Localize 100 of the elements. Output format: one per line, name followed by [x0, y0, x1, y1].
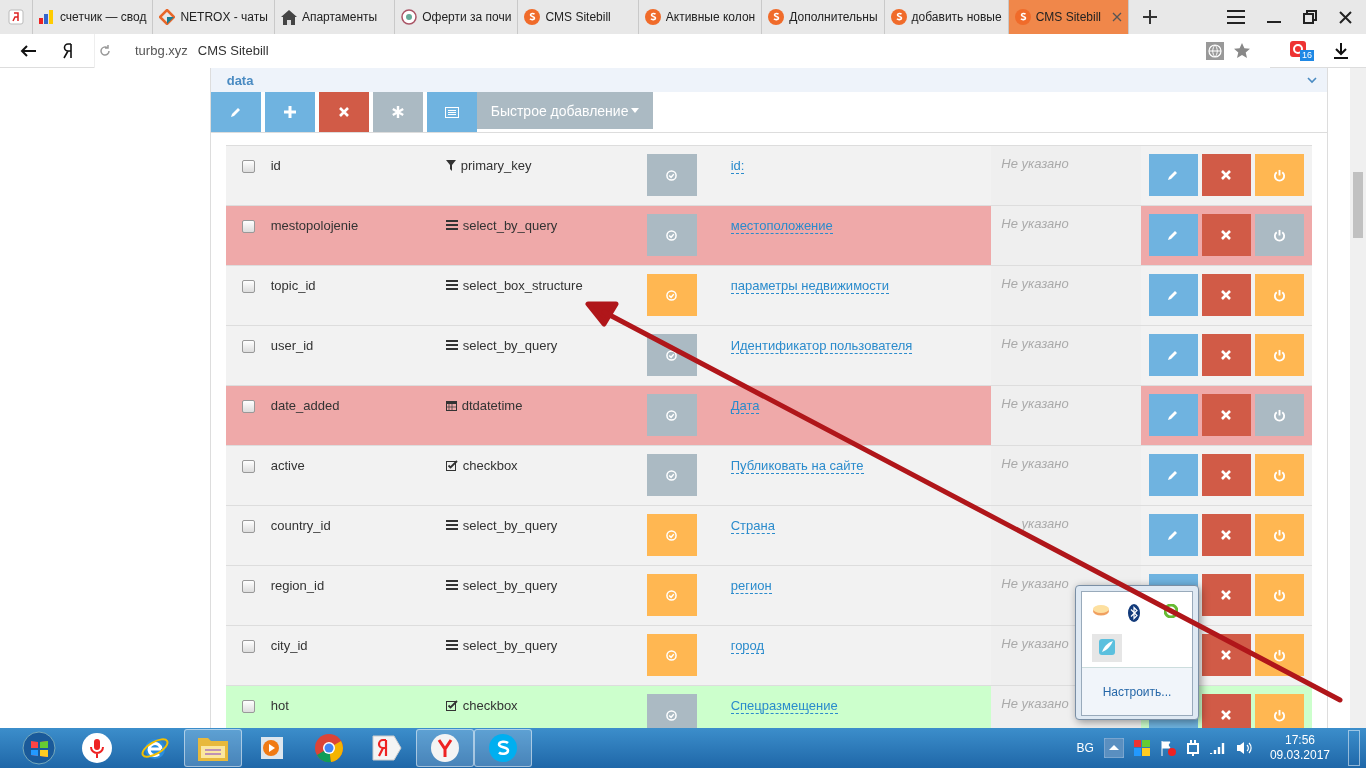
- delete-button[interactable]: [1201, 694, 1251, 728]
- flag-icon[interactable]: [1159, 740, 1176, 756]
- delete-button[interactable]: [318, 92, 369, 132]
- field-type: select_by_query: [462, 518, 558, 533]
- address-field[interactable]: turbg.xyz CMS Sitebill: [94, 33, 1270, 68]
- s-logo-icon: [524, 9, 541, 25]
- delete-button[interactable]: [1201, 154, 1251, 196]
- globe-icon[interactable]: [1206, 41, 1224, 60]
- star-icon[interactable]: [1234, 42, 1250, 59]
- field-type: select_box_structure: [462, 278, 583, 293]
- restore-icon[interactable]: [1303, 10, 1317, 24]
- taskbar-app[interactable]: [184, 729, 242, 767]
- asterisk-button[interactable]: [372, 92, 423, 132]
- delete-button[interactable]: [1201, 334, 1251, 376]
- ring-icon[interactable]: [1164, 604, 1178, 618]
- close-icon[interactable]: [1339, 10, 1352, 24]
- delete-button[interactable]: [1201, 214, 1251, 256]
- menu-icon[interactable]: [1227, 10, 1245, 24]
- row-checkbox[interactable]: [241, 580, 255, 593]
- power-icon: [1272, 468, 1286, 482]
- placeholder-text: Не указано: [1000, 577, 1069, 591]
- check-circle-icon: [666, 709, 678, 721]
- row-checkbox[interactable]: [241, 220, 255, 233]
- delete-button[interactable]: [1201, 394, 1251, 436]
- add-button[interactable]: [264, 92, 315, 132]
- caret-icon: [631, 108, 640, 113]
- delete-button[interactable]: [1201, 634, 1251, 676]
- row-checkbox[interactable]: [241, 460, 255, 473]
- check-circle-icon: [666, 409, 678, 421]
- caption-link[interactable]: Публиковать на сайте: [730, 458, 864, 474]
- field-name: mestopolojenie: [270, 218, 359, 233]
- list-button[interactable]: [426, 92, 477, 132]
- close-icon: [1221, 170, 1232, 180]
- edit-button[interactable]: [1148, 514, 1198, 556]
- checkbox-icon: [445, 700, 458, 711]
- chevron-down-icon[interactable]: [1307, 76, 1318, 84]
- row-checkbox[interactable]: [241, 640, 255, 653]
- row-checkbox[interactable]: [241, 400, 255, 413]
- list-icon: [445, 220, 458, 230]
- power-icon: [1272, 168, 1286, 182]
- row-checkbox[interactable]: [241, 700, 255, 713]
- pencil-icon: [1167, 229, 1180, 241]
- edit-button[interactable]: [210, 92, 261, 132]
- chevron-up-icon[interactable]: [1103, 738, 1124, 758]
- pencil-icon: [1167, 409, 1180, 421]
- edit-button[interactable]: [1148, 454, 1198, 496]
- delete-button[interactable]: [1201, 274, 1251, 316]
- row-checkbox[interactable]: [241, 340, 255, 353]
- close-icon: [1221, 290, 1232, 300]
- close-icon: [1221, 350, 1232, 360]
- caption-link[interactable]: регион: [730, 578, 772, 594]
- field-name: country_id: [270, 518, 331, 533]
- field-type: select_by_query: [462, 218, 558, 233]
- caption-link[interactable]: город: [730, 638, 765, 654]
- field-type: select_by_query: [462, 578, 558, 593]
- clock[interactable]: 17:56 09.03.2017: [1269, 733, 1330, 763]
- row-checkbox[interactable]: [241, 520, 255, 533]
- round-logo-icon: [401, 9, 418, 25]
- bar-chart-icon: [39, 10, 55, 24]
- checkbox-icon: [445, 460, 458, 471]
- taskbar-app[interactable]: [416, 729, 474, 767]
- caption-link[interactable]: Страна: [730, 518, 775, 534]
- pencil-icon: [1167, 169, 1180, 181]
- show-desktop-button[interactable]: [1348, 730, 1360, 766]
- field-name: active: [270, 458, 305, 473]
- speaker-icon[interactable]: [1235, 741, 1252, 755]
- language-indicator[interactable]: BG: [1076, 741, 1094, 755]
- new-tab-icon[interactable]: [1143, 10, 1157, 24]
- row-checkbox[interactable]: [241, 160, 255, 173]
- caption-link[interactable]: Спецразмещение: [730, 698, 838, 714]
- grid-icon[interactable]: [1133, 740, 1150, 756]
- power-icon: [1272, 528, 1286, 542]
- diamond-icon: [159, 9, 176, 25]
- signal-icon[interactable]: [1209, 742, 1226, 754]
- edit-button[interactable]: [1148, 154, 1198, 196]
- browser-tab[interactable]: CMS Sitebill: [1008, 0, 1129, 34]
- delete-button[interactable]: [1201, 514, 1251, 556]
- caption-link[interactable]: параметры недвижимости: [730, 278, 889, 294]
- bird-icon[interactable]: [1092, 633, 1122, 662]
- power-icon: [1272, 228, 1286, 242]
- house-icon: [280, 9, 297, 25]
- edit-button[interactable]: [1148, 334, 1198, 376]
- browser-logo-icon[interactable]: [62, 42, 74, 59]
- delete-button[interactable]: [1201, 454, 1251, 496]
- caption-link[interactable]: Идентификатор пользователя: [730, 338, 913, 354]
- edit-button[interactable]: [1148, 274, 1198, 316]
- back-arrow-icon[interactable]: [20, 44, 36, 57]
- scrollbar[interactable]: [1350, 68, 1366, 728]
- close-icon: [1221, 410, 1232, 420]
- caption-link[interactable]: id:: [730, 158, 745, 174]
- delete-button[interactable]: [1201, 574, 1251, 616]
- bluetooth-icon[interactable]: [1128, 604, 1140, 622]
- download-icon[interactable]: [1334, 42, 1348, 59]
- reload-icon[interactable]: [99, 44, 111, 57]
- taskbar-app[interactable]: [474, 729, 532, 767]
- close-icon: [1221, 530, 1232, 540]
- pill-icon[interactable]: [1092, 604, 1110, 616]
- customize-link[interactable]: Настроить...: [1102, 684, 1172, 699]
- power-plug-icon[interactable]: [1185, 740, 1200, 756]
- row-checkbox[interactable]: [241, 280, 255, 293]
